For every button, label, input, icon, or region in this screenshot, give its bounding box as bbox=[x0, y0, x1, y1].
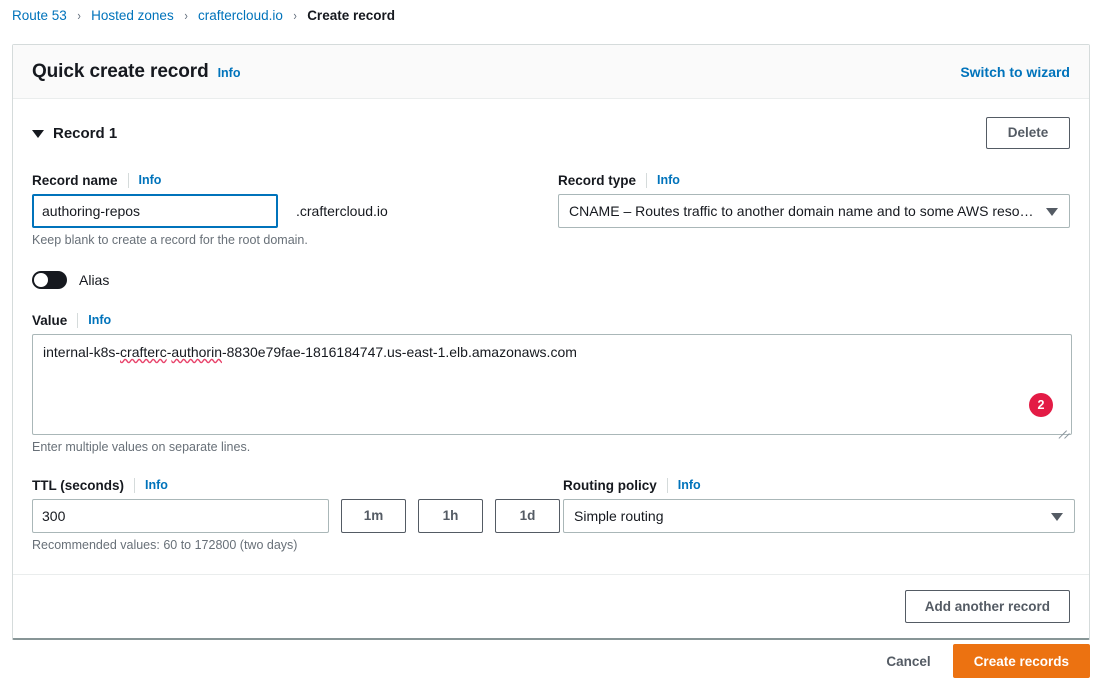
card-title-info-link[interactable]: Info bbox=[218, 66, 241, 80]
alias-toggle-knob bbox=[34, 273, 48, 287]
record-header-row: Record 1 Delete bbox=[32, 117, 1070, 149]
chevron-down-icon bbox=[1051, 513, 1063, 521]
breadcrumb-item-route-53[interactable]: Route 53 bbox=[12, 8, 67, 23]
record-type-label: Record type bbox=[558, 172, 637, 188]
record-type-info-link[interactable]: Info bbox=[657, 173, 680, 187]
alias-label: Alias bbox=[79, 272, 110, 288]
routing-policy-select[interactable]: Simple routing bbox=[563, 499, 1075, 533]
ttl-quick-buttons: 1m 1h 1d bbox=[341, 499, 560, 533]
label-divider bbox=[666, 477, 668, 493]
ttl-label: TTL (seconds) bbox=[32, 477, 125, 493]
record-name-label-row: Record name Info bbox=[32, 171, 555, 189]
value-info-link[interactable]: Info bbox=[88, 313, 111, 327]
record-name-info-link[interactable]: Info bbox=[139, 173, 162, 187]
chevron-down-icon bbox=[1046, 208, 1058, 216]
routing-policy-selected-value: Simple routing bbox=[574, 508, 664, 524]
name-and-type-row: Record name Info .craftercloud.io Keep b… bbox=[32, 171, 1070, 247]
create-records-button[interactable]: Create records bbox=[952, 644, 1090, 678]
switch-to-wizard-link[interactable]: Switch to wizard bbox=[960, 64, 1070, 80]
value-count-badge: 2 bbox=[1029, 393, 1053, 417]
value-label-row: Value Info bbox=[32, 311, 1070, 329]
label-divider bbox=[646, 172, 648, 188]
ttl-label-row: TTL (seconds) Info bbox=[32, 476, 560, 494]
card-title-group: Quick create record Info bbox=[32, 61, 241, 83]
breadcrumb-item-hosted-zones[interactable]: Hosted zones bbox=[91, 8, 174, 23]
record-type-group: Record type Info CNAME – Routes traffic … bbox=[558, 171, 1070, 247]
value-hint: Enter multiple values on separate lines. bbox=[32, 440, 251, 454]
cancel-button[interactable]: Cancel bbox=[872, 644, 944, 678]
routing-policy-label: Routing policy bbox=[563, 477, 657, 493]
chevron-down-icon bbox=[32, 129, 44, 138]
record-name-input[interactable] bbox=[32, 194, 278, 228]
ttl-input[interactable] bbox=[32, 499, 329, 533]
page-title: Quick create record bbox=[32, 60, 209, 82]
record-type-select[interactable]: CNAME – Routes traffic to another domain… bbox=[558, 194, 1070, 228]
label-divider bbox=[127, 172, 129, 188]
breadcrumb-separator-icon: › bbox=[184, 7, 188, 23]
label-divider bbox=[77, 312, 79, 328]
value-textarea-wrap: internal-k8s-crafterc-authorin-8830e79fa… bbox=[32, 334, 1072, 439]
breadcrumb-separator-icon: › bbox=[77, 7, 81, 23]
alias-toggle[interactable] bbox=[32, 271, 67, 289]
value-group: Value Info internal-k8s-crafterc-authori… bbox=[32, 311, 1072, 454]
value-textarea[interactable] bbox=[32, 334, 1072, 435]
alias-toggle-row: Alias bbox=[32, 271, 1070, 289]
breadcrumb: Route 53 › Hosted zones › craftercloud.i… bbox=[0, 0, 1102, 30]
breadcrumb-separator-icon: › bbox=[293, 7, 297, 23]
ttl-hint: Recommended values: 60 to 172800 (two da… bbox=[32, 538, 298, 552]
record-name-hint: Keep blank to create a record for the ro… bbox=[32, 233, 308, 247]
ttl-preset-1m-button[interactable]: 1m bbox=[341, 499, 406, 533]
record-name-group: Record name Info .craftercloud.io Keep b… bbox=[32, 171, 555, 247]
ttl-controls: 1m 1h 1d bbox=[32, 499, 560, 533]
record-1-label: Record 1 bbox=[53, 124, 118, 142]
breadcrumb-item-create-record: Create record bbox=[307, 7, 395, 23]
add-another-record-button[interactable]: Add another record bbox=[904, 590, 1070, 623]
breadcrumb-item-craftercloud-io[interactable]: craftercloud.io bbox=[198, 8, 283, 23]
ttl-info-link[interactable]: Info bbox=[145, 478, 168, 492]
record-name-domain-suffix: .craftercloud.io bbox=[296, 203, 388, 219]
record-name-label: Record name bbox=[32, 172, 118, 188]
routing-policy-info-link[interactable]: Info bbox=[678, 478, 701, 492]
card-header: Quick create record Info Switch to wizar… bbox=[13, 45, 1089, 99]
routing-policy-group: Routing policy Info Simple routing bbox=[563, 476, 1075, 552]
card-footer: Add another record bbox=[13, 574, 1089, 638]
record-type-label-row: Record type Info bbox=[558, 171, 1070, 189]
ttl-preset-1h-button[interactable]: 1h bbox=[418, 499, 483, 533]
delete-record-button[interactable]: Delete bbox=[986, 117, 1070, 149]
record-1-collapse-toggle[interactable]: Record 1 bbox=[32, 125, 117, 142]
ttl-and-routing-row: TTL (seconds) Info 1m 1h 1d Recommended … bbox=[32, 476, 1075, 552]
record-type-selected-value: CNAME – Routes traffic to another domain… bbox=[569, 203, 1034, 219]
value-label: Value bbox=[32, 312, 68, 328]
label-divider bbox=[134, 477, 136, 493]
page-actions: Cancel Create records bbox=[12, 644, 1090, 678]
ttl-group: TTL (seconds) Info 1m 1h 1d Recommended … bbox=[32, 476, 560, 552]
quick-create-record-card: Quick create record Info Switch to wizar… bbox=[12, 44, 1090, 640]
record-1-body: Record 1 Delete Record name Info .crafte… bbox=[13, 99, 1089, 574]
ttl-preset-1d-button[interactable]: 1d bbox=[495, 499, 560, 533]
routing-policy-label-row: Routing policy Info bbox=[563, 476, 1075, 494]
